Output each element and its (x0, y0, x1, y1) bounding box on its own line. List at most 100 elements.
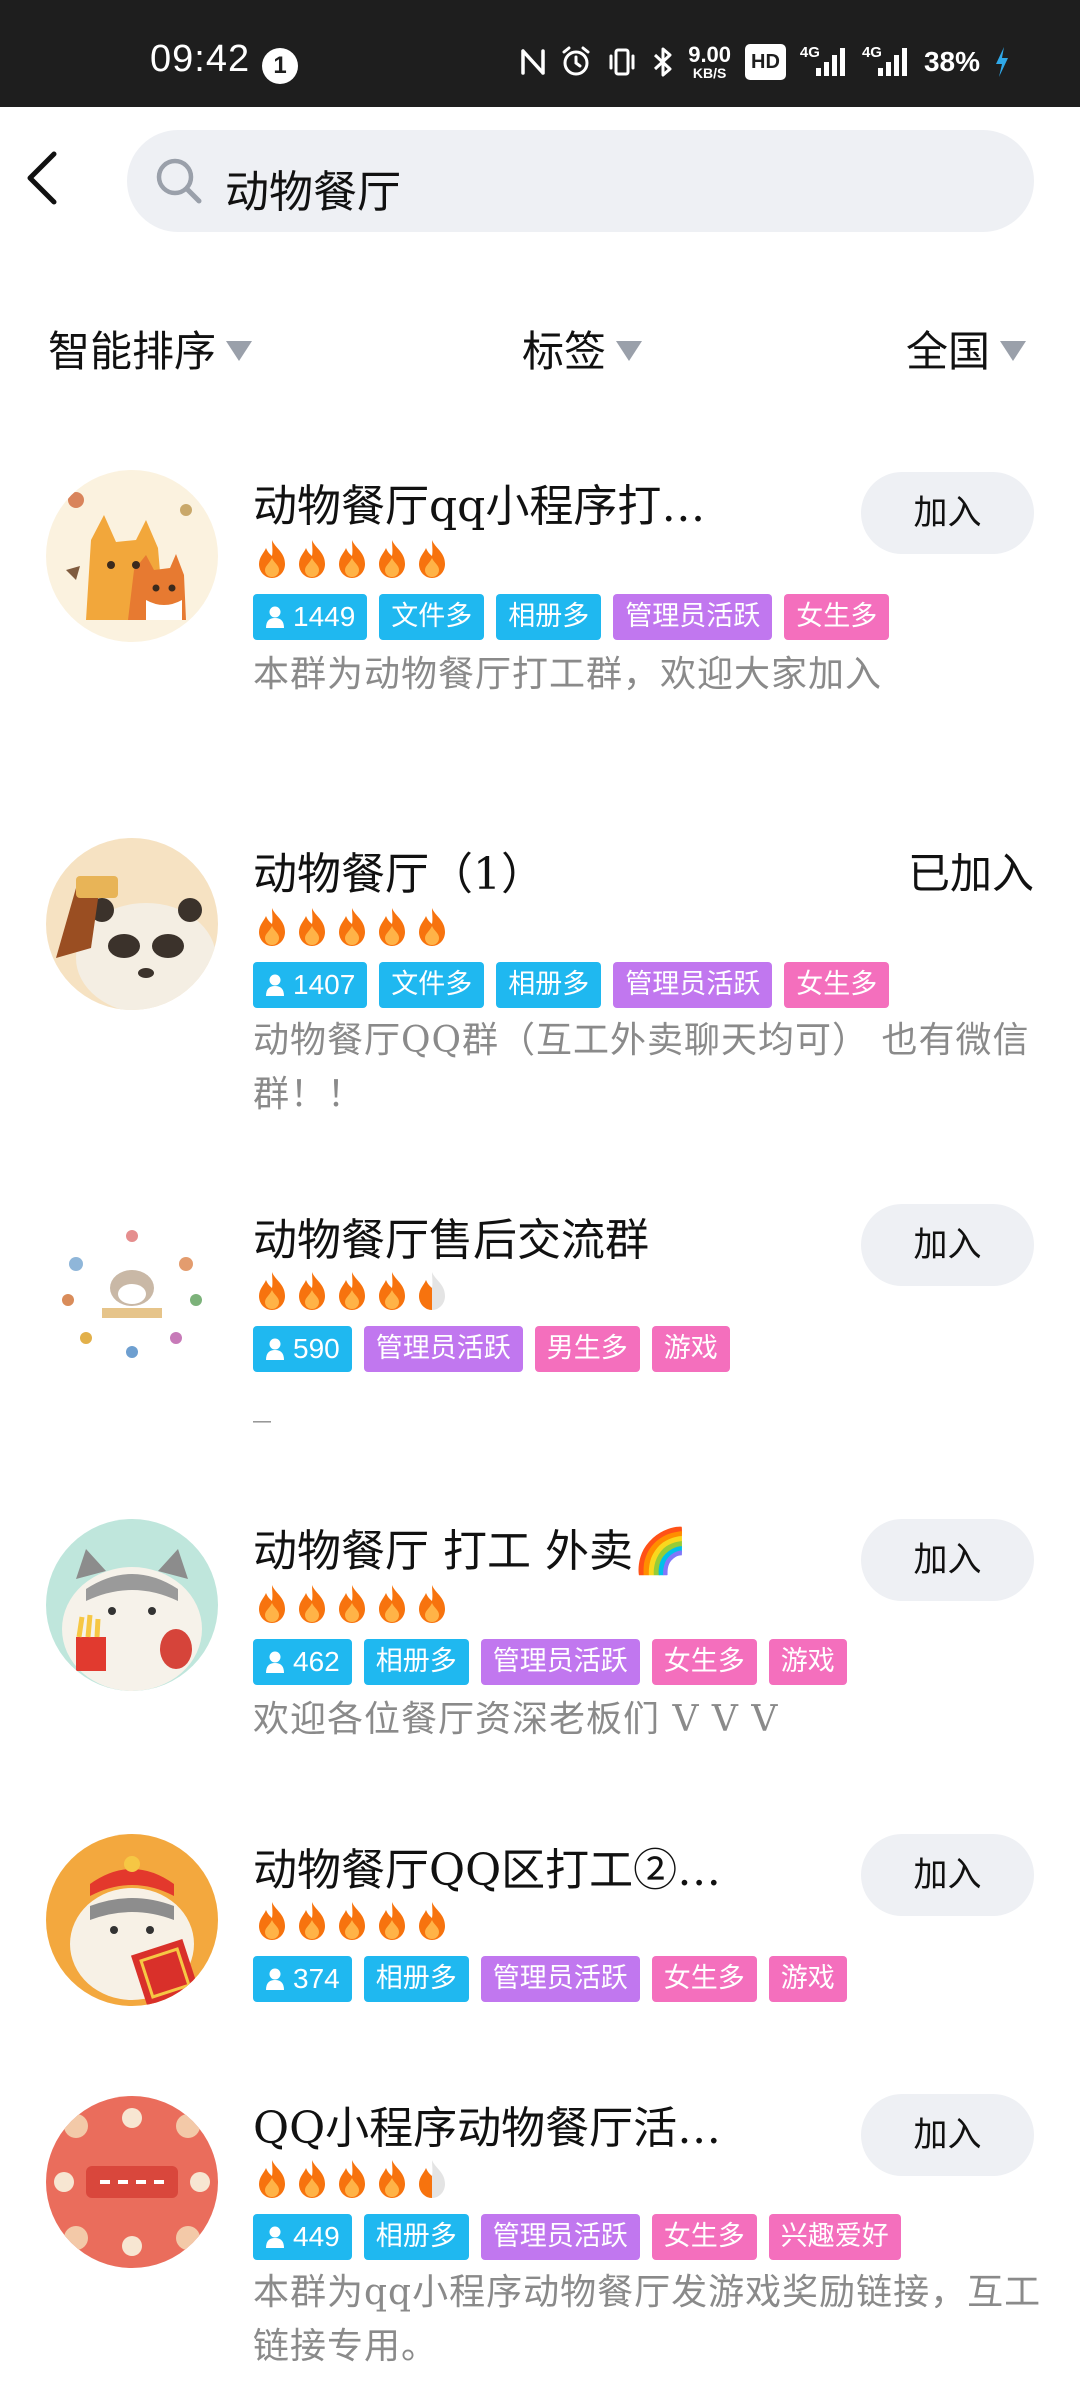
group-avatar (46, 470, 218, 642)
fire-icon (419, 2160, 445, 2198)
sort-filter-label: 智能排序 (48, 327, 217, 376)
dropdown-triangle-icon (226, 340, 253, 361)
group-name: 动物餐厅售后交流群 (253, 1215, 649, 1266)
group-tag: 相册多 (363, 1639, 469, 1685)
fire-icon (259, 1585, 285, 1623)
status-time: 09:42 (150, 38, 251, 80)
member-count-tag: 1449 (253, 594, 368, 640)
join-button[interactable]: 加入 (861, 1834, 1034, 1916)
fire-icon (259, 2160, 285, 2198)
fire-icon (299, 1272, 325, 1310)
tag-row: 449 相册多 管理员活跃 女生多 兴趣爱好 (253, 2214, 901, 2260)
group-name: 动物餐厅（1） (253, 849, 545, 900)
fire-icon (259, 540, 285, 578)
member-count-tag: 462 (253, 1639, 352, 1685)
person-icon (266, 2226, 284, 2248)
fire-icon (419, 1272, 445, 1310)
group-tag: 管理员活跃 (480, 2214, 640, 2260)
fire-icon (419, 908, 445, 946)
group-tag: 相册多 (496, 962, 602, 1008)
sim1-signal-icon: 4G (800, 44, 848, 80)
tag-row: 1407 文件多 相册多 管理员活跃 女生多 (253, 962, 890, 1008)
tag-filter-label: 标签 (522, 327, 607, 376)
fire-icon (379, 908, 405, 946)
network-speed-value: 9.00 (688, 42, 732, 67)
fire-icon (379, 540, 405, 578)
group-avatar (46, 1204, 218, 1376)
group-name: 动物餐厅 打工 外卖🌈 (253, 1526, 688, 1577)
activity-rating (253, 906, 451, 948)
chevron-left-icon (27, 151, 57, 205)
group-description: 欢迎各位餐厅资深老板们 V V V (253, 1699, 779, 1740)
fire-icon (299, 908, 325, 946)
search-icon (156, 158, 202, 204)
region-filter-label: 全国 (906, 327, 991, 376)
person-icon (266, 974, 284, 996)
group-tag: 游戏 (768, 1639, 847, 1685)
sort-filter[interactable]: 智能排序 (48, 318, 253, 379)
group-tag: 女生多 (651, 1956, 757, 2002)
group-tag: 女生多 (651, 2214, 757, 2260)
network-speed-unit: KB/S (692, 65, 727, 81)
join-button[interactable]: 加入 (861, 1204, 1034, 1286)
tag-row: 462 相册多 管理员活跃 女生多 游戏 (253, 1639, 847, 1685)
group-tag: 相册多 (363, 1956, 469, 2002)
fire-icon (379, 1902, 405, 1940)
activity-rating (253, 1900, 451, 1942)
sim1-network-type: 4G (799, 43, 820, 61)
vibrate-icon (606, 44, 638, 80)
group-avatar (46, 1519, 218, 1691)
tag-row: 1449 文件多 相册多 管理员活跃 女生多 (253, 594, 890, 640)
member-count: 590 (293, 1333, 340, 1364)
group-description: 本群为qq小程序动物餐厅发游戏奖励链接，互工链接专用。 (253, 2272, 1042, 2367)
group-avatar (46, 2096, 218, 2268)
fire-icon (299, 2160, 325, 2198)
group-tag: 游戏 (768, 1956, 847, 2002)
fire-icon (339, 1902, 365, 1940)
dropdown-triangle-icon (616, 340, 643, 361)
group-tag: 女生多 (784, 594, 890, 640)
fire-icon (259, 1272, 285, 1310)
member-count: 1449 (293, 601, 356, 632)
fire-icon (419, 1585, 445, 1623)
group-tag: 文件多 (379, 594, 485, 640)
fire-icon (419, 540, 445, 578)
join-button[interactable]: 加入 (861, 472, 1034, 554)
hd-voice-badge: HD (745, 44, 786, 80)
charging-icon (994, 44, 1010, 80)
member-count-tag: 590 (253, 1326, 352, 1372)
activity-rating (253, 1270, 451, 1312)
sim2-signal-icon: 4G (862, 44, 910, 80)
fire-icon (299, 1902, 325, 1940)
group-description: 本群为动物餐厅打工群，欢迎大家加入 (253, 654, 883, 695)
tag-row: 590 管理员活跃 男生多 游戏 (253, 1326, 730, 1372)
activity-rating (253, 1583, 451, 1625)
notification-count-badge: 1 (262, 48, 298, 84)
search-input[interactable]: 动物餐厅 (127, 130, 1034, 232)
status-icons: 9.00 KB/S HD 4G 4G 38% (520, 42, 1010, 82)
member-count: 462 (293, 1646, 340, 1677)
member-count-tag: 449 (253, 2214, 352, 2260)
group-description: 动物餐厅QQ群（互工外卖聊天均可） 也有微信群！！ (253, 1020, 1030, 1115)
group-description: _ (253, 1382, 272, 1423)
member-count: 374 (293, 1963, 340, 1994)
fire-icon (339, 540, 365, 578)
member-count-tag: 374 (253, 1956, 352, 2002)
group-tag: 管理员活跃 (613, 594, 773, 640)
activity-rating (253, 538, 451, 580)
fire-icon (379, 2160, 405, 2198)
person-icon (266, 1968, 284, 1990)
back-button[interactable] (20, 148, 64, 208)
group-tag: 兴趣爱好 (768, 2214, 901, 2260)
group-tag: 文件多 (379, 962, 485, 1008)
group-tag: 管理员活跃 (613, 962, 773, 1008)
status-bar: 09:42 1 9.00 KB/S HD 4G 4G 38% (0, 0, 1080, 107)
region-filter[interactable]: 全国 (906, 318, 1027, 379)
join-button[interactable]: 加入 (861, 2094, 1034, 2176)
sim2-network-type: 4G (861, 43, 882, 61)
join-button[interactable]: 加入 (861, 1519, 1034, 1601)
fire-icon (339, 1272, 365, 1310)
joined-status: 已加入 (907, 849, 1034, 898)
member-count: 1407 (293, 969, 356, 1000)
tag-filter[interactable]: 标签 (522, 318, 643, 379)
